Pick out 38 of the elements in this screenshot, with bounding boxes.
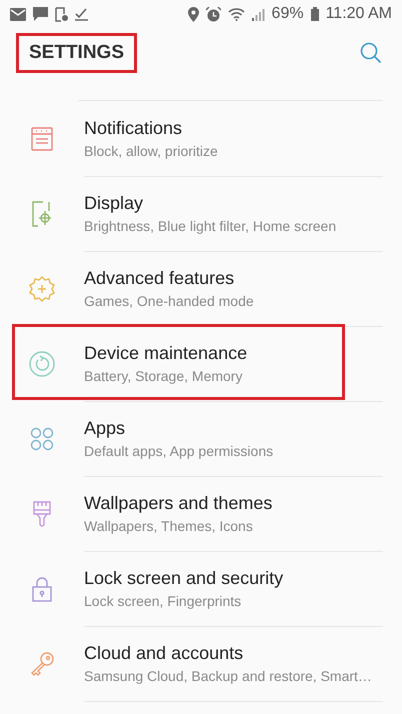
item-subtitle: Wallpapers, Themes, Icons — [84, 518, 254, 534]
item-title: Display — [84, 192, 144, 214]
settings-item[interactable]: Advanced features Games, One-handed mode — [0, 251, 402, 326]
alarm-clock-icon — [206, 6, 221, 22]
item-title: Lock screen and security — [84, 568, 284, 588]
item-title: Device maintenance — [84, 342, 248, 364]
item-title: Apps — [84, 418, 126, 438]
battery-percentage: 69% — [272, 5, 304, 23]
circular-refresh-icon — [27, 348, 57, 378]
item-subtitle: Games, One-handed mode — [84, 292, 255, 308]
battery-icon — [310, 7, 319, 21]
clock-time: 11:20 AM — [326, 5, 392, 23]
message-icon — [33, 7, 48, 21]
gear-plus-icon — [27, 274, 57, 304]
settings-item[interactable]: Cloud and accounts Samsung Cloud, Backup and restore, Smart… — [0, 626, 402, 701]
signal-icon — [252, 8, 265, 20]
settings-item[interactable]: Apps Default apps, App permissions — [0, 401, 402, 476]
item-subtitle: Brightness, Blue light filter, Home screen — [84, 218, 338, 234]
item-title: Wallpapers and themes — [84, 492, 274, 514]
item-title: Advanced features — [84, 268, 236, 288]
settings-item[interactable]: Wallpapers and themes Wallpapers, Themes, Icons — [0, 476, 402, 551]
item-title: Notifications — [84, 118, 184, 138]
wifi-icon — [228, 7, 245, 21]
item-subtitle: Lock screen, Fingerprints — [84, 592, 242, 608]
settings-item[interactable]: Notifications Block, allow, prioritize — [0, 101, 402, 176]
item-title: Cloud and accounts — [84, 642, 244, 664]
item-subtitle: Battery, Storage, Memory — [84, 368, 244, 384]
item-subtitle: Block, allow, prioritize — [84, 142, 219, 158]
settings-item[interactable]: Device maintenance Battery, Storage, Memory — [0, 326, 402, 401]
settings-item[interactable]: Lock screen and security Lock screen, Fingerprints — [0, 551, 402, 626]
download-done-icon — [75, 8, 88, 20]
settings-item[interactable]: Display Brightness, Blue light filter, Home screen — [0, 176, 402, 251]
email-icon — [10, 8, 26, 20]
item-subtitle: Samsung Cloud, Backup and restore, Smart… — [84, 668, 373, 684]
settings-title: SETTINGS — [16, 33, 138, 73]
item-subtitle: Default apps, App permissions — [84, 442, 274, 458]
location-pin-icon — [188, 6, 199, 22]
tablet-icon — [55, 6, 68, 22]
